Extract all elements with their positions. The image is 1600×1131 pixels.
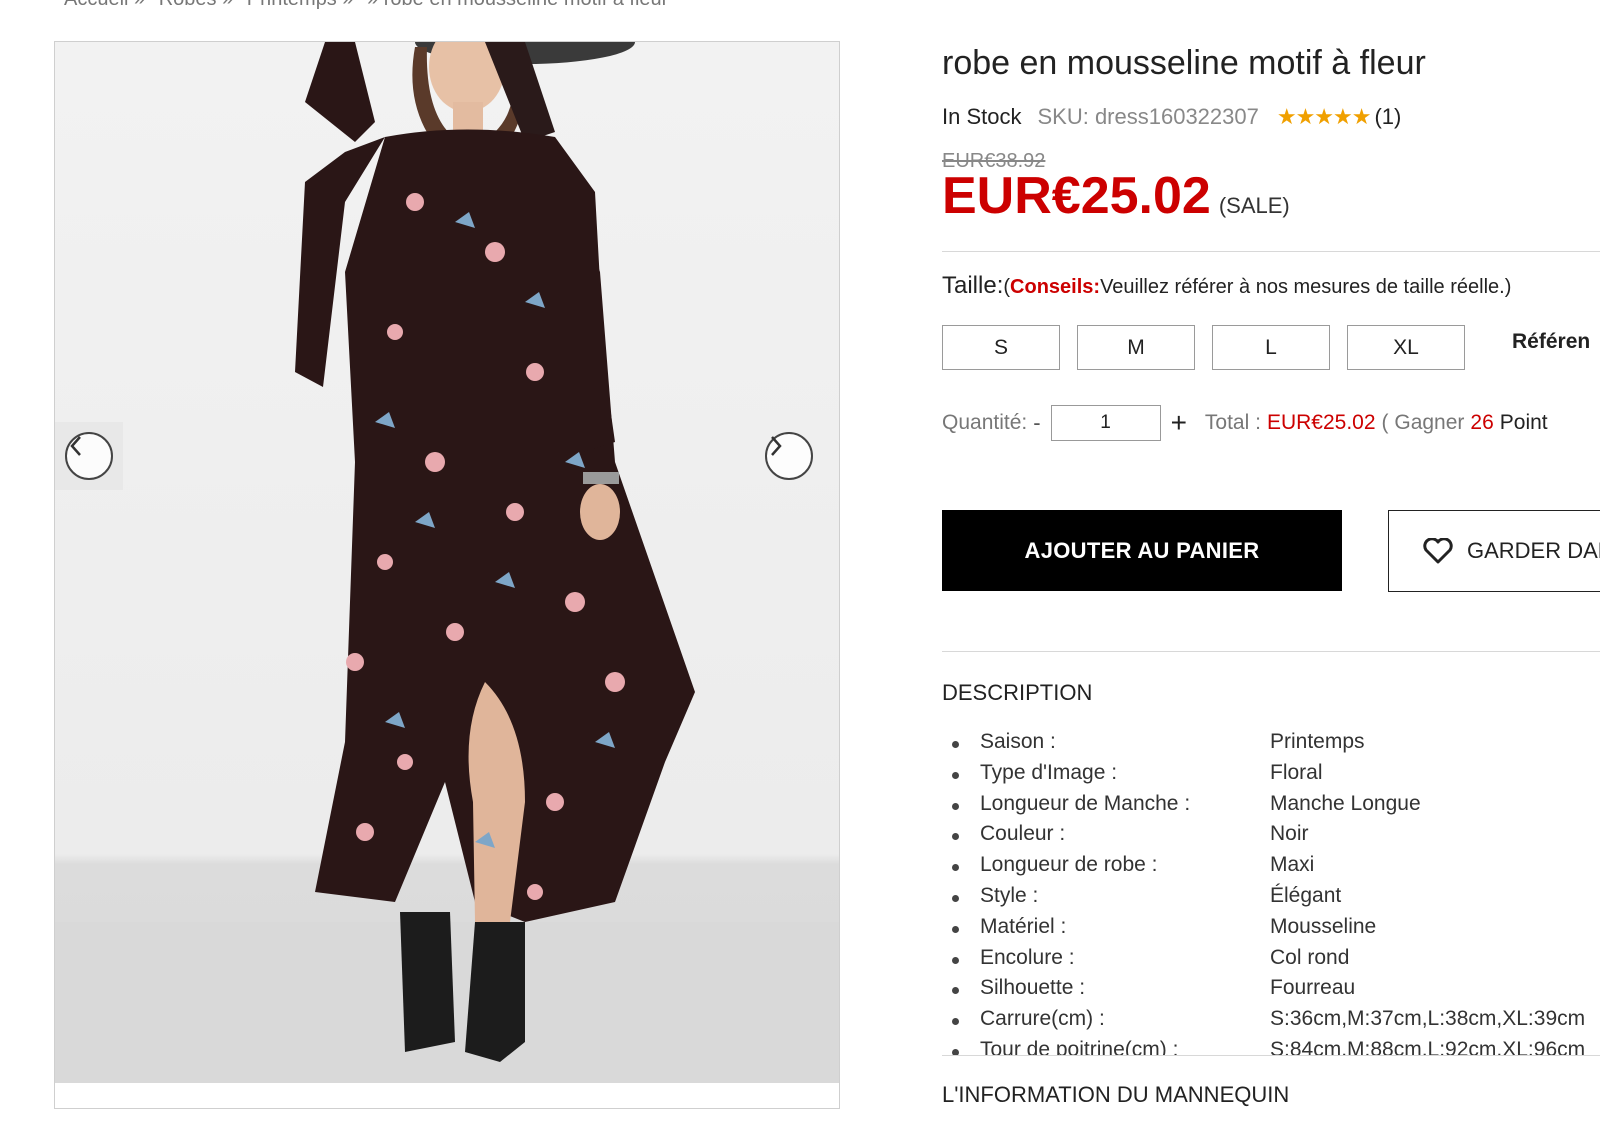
- list-item: Matériel : Mousseline: [942, 915, 1600, 946]
- tips-strong: Conseils:: [1010, 276, 1101, 298]
- model-info-title[interactable]: L'INFORMATION DU MANNEQUIN: [942, 1082, 1289, 1108]
- gallery-prev-area: [55, 422, 123, 490]
- earn-points: 26: [1470, 411, 1494, 434]
- size-reference-link[interactable]: Référen: [1512, 330, 1590, 354]
- price-row: EUR€25.02 (SALE): [942, 166, 1290, 226]
- quantity-decrease-button[interactable]: -: [1033, 410, 1040, 436]
- description-list: Saison : Printemps Type d'Image : Floral L…: [942, 730, 1600, 1056]
- divider: [942, 251, 1600, 252]
- tips-text: Veuillez référer à nos mesures de taille…: [1100, 276, 1512, 298]
- product-title: robe en mousseline motif à fleur: [942, 44, 1426, 82]
- list-item: Longueur de robe : Maxi: [942, 853, 1600, 884]
- chevron-right-icon: [771, 436, 782, 456]
- list-item: Saison : Printemps: [942, 730, 1600, 761]
- rating-stars-icon[interactable]: ★★★★★: [1277, 104, 1372, 130]
- gallery-prev-button[interactable]: [65, 432, 113, 480]
- divider: [942, 1055, 1600, 1056]
- size-option-l[interactable]: L: [1212, 325, 1330, 370]
- product-info: robe en mousseline motif à fleur In Stoc…: [942, 0, 1600, 1131]
- heart-icon: [1423, 538, 1453, 564]
- breadcrumb: Accueil » Robes » Printemps » » robe en …: [64, 0, 676, 11]
- model-photo-illustration: [55, 42, 839, 1083]
- earn-label: Point: [1499, 411, 1548, 434]
- gallery-next-button[interactable]: [765, 432, 813, 480]
- divider: [942, 651, 1600, 652]
- breadcrumb-home[interactable]: Accueil »: [64, 0, 145, 10]
- review-count[interactable]: (1): [1374, 104, 1401, 130]
- product-photo: [55, 42, 839, 1083]
- size-option-xl[interactable]: XL: [1347, 325, 1465, 370]
- list-item: Style : Élégant: [942, 884, 1600, 915]
- list-item: Type d'Image : Floral: [942, 761, 1600, 792]
- sale-label: (SALE): [1218, 193, 1290, 218]
- stock-status: In Stock: [942, 104, 1022, 129]
- wishlist-button[interactable]: GARDER DAN: [1388, 510, 1600, 592]
- list-item: Couleur : Noir: [942, 822, 1600, 853]
- earn-open: ( Gagner: [1381, 411, 1465, 434]
- total-label: Total :: [1204, 411, 1261, 434]
- breadcrumb-current: » robe en mousseline motif à fleur: [367, 0, 668, 10]
- list-item: Silhouette : Fourreau: [942, 976, 1600, 1007]
- quantity-label: Quantité:: [942, 411, 1028, 434]
- stock-row: In Stock SKU: dress160322307 ★★★★★ (1): [942, 104, 1401, 130]
- chevron-left-icon: [70, 436, 81, 456]
- list-item: Carrure(cm) : S:36cm,M:37cm,L:38cm,XL:39c…: [942, 1007, 1600, 1038]
- sale-price: EUR€25.02: [942, 167, 1211, 225]
- quantity-increase-button[interactable]: +: [1171, 409, 1187, 437]
- product-gallery: [54, 41, 840, 1109]
- list-item: Encolure : Col rond: [942, 946, 1600, 977]
- size-label-row: Taille:(Conseils:Veuillez référer à nos …: [942, 272, 1511, 300]
- breadcrumb-robes[interactable]: Robes »: [159, 0, 234, 10]
- list-item: Tour de poitrine(cm) : S:84cm,M:88cm,L:92…: [942, 1038, 1600, 1056]
- list-item: Longueur de Manche : Manche Longue: [942, 792, 1600, 823]
- size-option-m[interactable]: M: [1077, 325, 1195, 370]
- description-title: DESCRIPTION: [942, 680, 1093, 705]
- total-value: EUR€25.02: [1266, 411, 1376, 434]
- size-label: Taille:: [942, 272, 1004, 299]
- quantity-row: Quantité: - + Total : EUR€25.02 ( Gagner…: [942, 405, 1548, 441]
- add-to-cart-button[interactable]: AJOUTER AU PANIER: [942, 510, 1342, 591]
- quantity-input[interactable]: [1050, 405, 1161, 441]
- size-option-s[interactable]: S: [942, 325, 1060, 370]
- sku: SKU: dress160322307: [1037, 104, 1259, 129]
- breadcrumb-printemps[interactable]: Printemps »: [247, 0, 354, 10]
- wishlist-label: GARDER DAN: [1467, 538, 1600, 563]
